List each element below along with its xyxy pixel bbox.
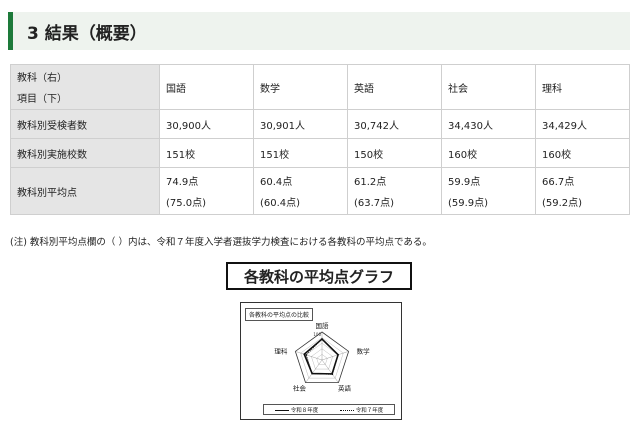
- table-cell: 150校: [347, 138, 442, 168]
- average-current: 60.4点: [260, 177, 293, 188]
- radar-axis-label-5: 理科: [274, 346, 288, 355]
- radar-axis-label-3: 英語: [338, 384, 352, 393]
- legend-entry-previous: 令和７年度: [339, 406, 384, 414]
- table-cell: 61.2点 (63.7点): [347, 167, 442, 215]
- figure-legend: 令和８年度 令和７年度: [263, 404, 395, 415]
- corner-label-items: 項目（下）: [17, 94, 67, 105]
- table-cell: 151校: [253, 138, 348, 168]
- results-table: 教科（右） 項目（下） 国語 数学 英語 社会 理科 教科別受検者数 30,90…: [10, 64, 630, 215]
- table-corner-cell: 教科（右） 項目（下）: [10, 64, 160, 110]
- table-cell: 60.4点 (60.4点): [253, 167, 348, 215]
- legend-label-current: 令和８年度: [290, 407, 319, 414]
- legend-entry-current: 令和８年度: [274, 406, 319, 414]
- radar-point-s2-5: [305, 354, 307, 356]
- legend-label-previous: 令和７年度: [355, 407, 384, 414]
- radar-point-s2-3: [331, 373, 334, 376]
- table-cell: 59.9点 (59.9点): [441, 167, 536, 215]
- table-note: (注) 教科別平均点欄の（ ）内は、令和７年度入学者選抜学力検査における各教科の…: [10, 237, 432, 248]
- radar-axis-label-1: 国語: [316, 321, 330, 330]
- average-previous: (63.7点): [354, 198, 395, 209]
- graph-title: 各教科の平均点グラフ: [226, 262, 412, 290]
- subject-header-shakai: 社会: [441, 64, 536, 110]
- radar-figure: 国語数学英語 社会 理科 100 各教科の平均点の比較 令和８年度 令和７年度: [240, 302, 402, 420]
- legend-solid-line-icon: [274, 409, 289, 411]
- radar-max-tick-label: 100: [313, 332, 321, 337]
- table-cell: 34,429人: [535, 109, 630, 139]
- average-previous: (59.9点): [448, 198, 489, 209]
- table-cell: 30,742人: [347, 109, 442, 139]
- average-current: 66.7点: [542, 177, 575, 188]
- average-current: 61.2点: [354, 177, 387, 188]
- table-row: 教科別受検者数 30,900人 30,901人 30,742人 34,430人 …: [10, 109, 630, 139]
- table-cell: 74.9点 (75.0点): [159, 167, 254, 215]
- radar-point-s2-2: [337, 354, 339, 356]
- average-previous: (75.0点): [166, 198, 207, 209]
- radar-axis-label-4: 社会: [293, 384, 307, 393]
- table-cell: 34,430人: [441, 109, 536, 139]
- table-row: 教科別平均点 74.9点 (75.0点) 60.4点 (60.4点) 61.2点 (6…: [10, 167, 630, 215]
- average-current: 74.9点: [166, 177, 199, 188]
- radar-point-s1-5: [303, 353, 305, 355]
- radar-point-s2-4: [311, 372, 313, 375]
- table-cell: 30,901人: [253, 109, 348, 139]
- row-label-examinees: 教科別受検者数: [10, 109, 160, 139]
- row-label-schools: 教科別実施校数: [10, 138, 160, 168]
- corner-label-subjects: 教科（右）: [17, 73, 67, 84]
- subject-header-kokugo: 国語: [159, 64, 254, 110]
- section-heading: 3 結果（概要）: [8, 12, 630, 50]
- section-heading-text: 3 結果（概要）: [27, 23, 147, 44]
- table-header-row: 教科（右） 項目（下） 国語 数学 英語 社会 理科: [10, 64, 630, 110]
- subject-header-rika: 理科: [535, 64, 630, 110]
- table-cell: 30,900人: [159, 109, 254, 139]
- table-cell: 151校: [159, 138, 254, 168]
- table-cell: 160校: [535, 138, 630, 168]
- average-previous: (60.4点): [260, 198, 301, 209]
- table-row: 教科別実施校数 151校 151校 150校 160校 160校: [10, 138, 630, 168]
- table-cell: 66.7点 (59.2点): [535, 167, 630, 215]
- subject-header-eigo: 英語: [347, 64, 442, 110]
- radar-axis-label-2: 数学: [357, 346, 371, 355]
- figure-caption: 各教科の平均点の比較: [245, 308, 314, 321]
- average-current: 59.9点: [448, 177, 481, 188]
- subject-header-sugaku: 数学: [253, 64, 348, 110]
- legend-dotted-line-icon: [339, 409, 354, 411]
- row-label-average: 教科別平均点: [10, 167, 160, 215]
- table-cell: 160校: [441, 138, 536, 168]
- radar-point-s2-1: [321, 338, 323, 340]
- average-previous: (59.2点): [542, 198, 583, 209]
